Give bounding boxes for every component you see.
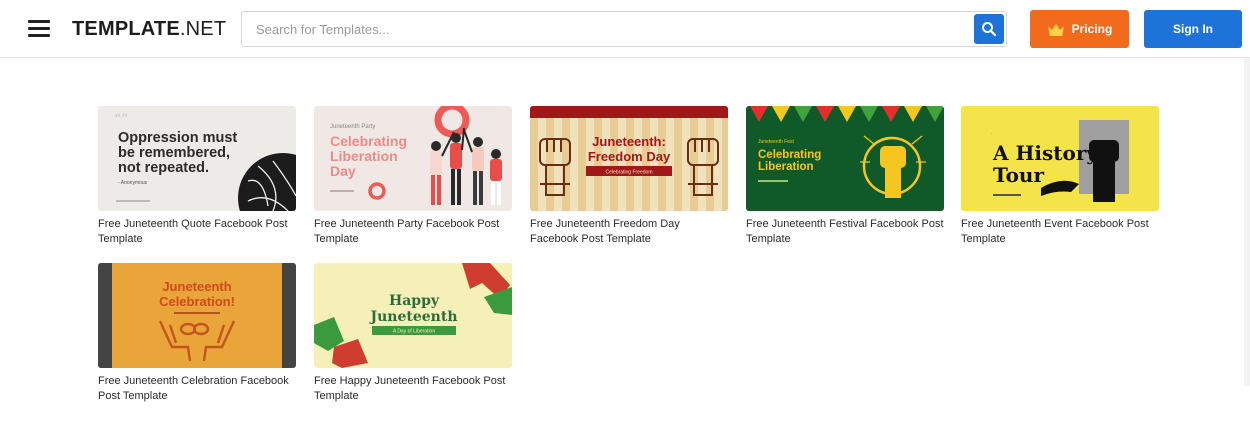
template-title[interactable]: Free Juneteenth Event Facebook Post Temp… bbox=[961, 217, 1159, 247]
thumb-line-2: Tour bbox=[993, 163, 1044, 187]
template-card[interactable]: Juneteenth Celebration! Free Juneteenth … bbox=[98, 263, 296, 404]
thumb-line-1: Celebrating bbox=[330, 133, 407, 149]
thumb-line-1: Celebrating bbox=[758, 149, 821, 161]
thumb-line-1: Happy bbox=[389, 293, 440, 309]
template-card[interactable]: . A History Tour Free Juneteenth Event F… bbox=[961, 106, 1159, 247]
template-title[interactable]: Free Juneteenth Freedom Day Facebook Pos… bbox=[530, 217, 728, 247]
thumb-small: Juneteenth Fest bbox=[758, 139, 794, 145]
thumb-line-2: Liberation bbox=[758, 161, 814, 173]
template-thumbnail[interactable]: Juneteenth Fest Celebrating Liberation bbox=[746, 106, 944, 211]
scrollbar[interactable] bbox=[1244, 58, 1250, 386]
logo-light-text: .NET bbox=[179, 18, 227, 40]
thumb-sub: A Day of Liberation bbox=[393, 329, 435, 335]
thumb-line-2: be remembered, bbox=[118, 145, 230, 161]
logo-bold-text: TEMPLATE bbox=[72, 18, 180, 40]
search-icon bbox=[982, 22, 997, 37]
quote-mark-icon: “” bbox=[114, 112, 128, 128]
thumb-line-1: Juneteenth bbox=[162, 279, 231, 294]
template-card[interactable]: “” Oppression must be remembered, not re… bbox=[98, 106, 296, 247]
template-title[interactable]: Free Happy Juneteenth Facebook Post Temp… bbox=[314, 374, 512, 404]
top-header: TEMPLATE.NET Pricing Sign In bbox=[0, 0, 1250, 58]
site-logo[interactable]: TEMPLATE.NET bbox=[72, 18, 226, 41]
thumb-decor-text: . bbox=[991, 130, 992, 135]
hamburger-menu-icon[interactable] bbox=[28, 18, 50, 38]
template-card[interactable]: Juneteenth: Freedom Day Celebrating Free… bbox=[530, 106, 728, 247]
thumb-line-3: not repeated. bbox=[118, 160, 209, 176]
thumb-line-2: Liberation bbox=[330, 148, 398, 164]
template-title[interactable]: Free Juneteenth Quote Facebook Post Temp… bbox=[98, 217, 296, 247]
thumb-sub: Celebrating Freedom bbox=[606, 170, 653, 176]
template-title[interactable]: Free Juneteenth Celebration Facebook Pos… bbox=[98, 374, 296, 404]
pricing-button[interactable]: Pricing bbox=[1030, 10, 1129, 48]
search-button[interactable] bbox=[974, 14, 1004, 44]
template-thumbnail[interactable]: Juneteenth Celebration! bbox=[98, 263, 296, 368]
template-title[interactable]: Free Juneteenth Festival Facebook Post T… bbox=[746, 217, 944, 247]
template-thumbnail[interactable]: Juneteenth: Freedom Day Celebrating Free… bbox=[530, 106, 728, 211]
search-input[interactable] bbox=[256, 12, 956, 46]
crown-icon bbox=[1047, 24, 1064, 36]
template-title[interactable]: Free Juneteenth Party Facebook Post Temp… bbox=[314, 217, 512, 247]
thumb-line-1: Oppression must bbox=[118, 130, 237, 146]
thumb-line-2: Juneteenth bbox=[369, 309, 458, 325]
template-card[interactable]: Happy Juneteenth A Day of Liberation Fre… bbox=[314, 263, 512, 404]
template-card[interactable]: Juneteenth Party Celebrating Liberation … bbox=[314, 106, 512, 247]
template-thumbnail[interactable]: . A History Tour bbox=[961, 106, 1159, 211]
pricing-label: Pricing bbox=[1071, 22, 1113, 36]
thumb-line-2: Celebration! bbox=[159, 294, 235, 309]
template-thumbnail[interactable]: “” Oppression must be remembered, not re… bbox=[98, 106, 296, 211]
thumb-line-1: A History bbox=[992, 141, 1099, 165]
thumb-line-3: Day bbox=[330, 163, 356, 179]
thumb-line-2: Freedom Day bbox=[588, 149, 671, 164]
template-card[interactable]: Juneteenth Fest Celebrating Liberation F… bbox=[746, 106, 944, 247]
sign-in-label: Sign In bbox=[1173, 22, 1213, 36]
thumb-line-1: Juneteenth: bbox=[592, 134, 666, 149]
thumb-small: Juneteenth Party bbox=[330, 124, 375, 130]
sign-in-button[interactable]: Sign In bbox=[1144, 10, 1242, 48]
template-thumbnail[interactable]: Happy Juneteenth A Day of Liberation bbox=[314, 263, 512, 368]
search-box bbox=[241, 11, 1007, 47]
thumb-sub: - Anonymous bbox=[118, 180, 148, 186]
template-thumbnail[interactable]: Juneteenth Party Celebrating Liberation … bbox=[314, 106, 512, 211]
